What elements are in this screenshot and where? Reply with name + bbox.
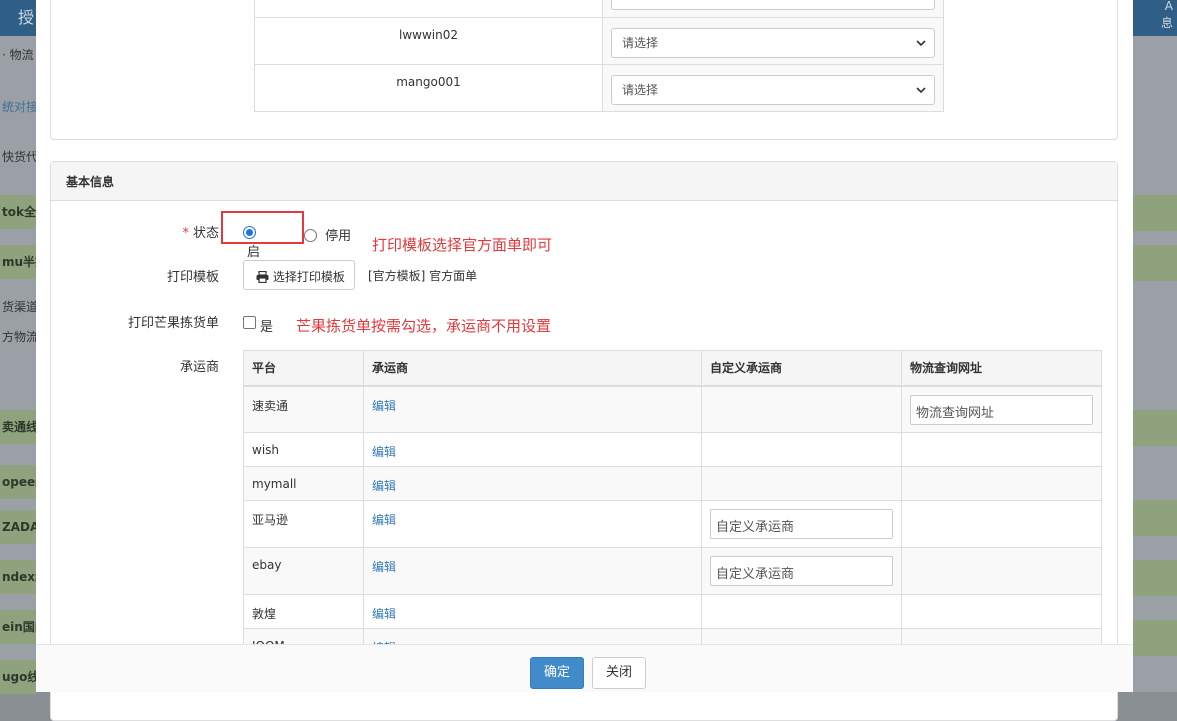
select-template-button[interactable]: 选择打印模板 [243,260,355,290]
column-header: 自定义承运商 [701,350,902,387]
background-sidebar-item: ein国内 [0,610,36,644]
background-sidebar-item: opee线 [0,465,36,499]
background-sidebar-item: mu半托 [0,245,36,279]
chevron-down-icon [916,87,926,94]
annotation-note: 芒果拣货单按需勾选，承运商不用设置 [296,317,552,335]
carrier-settings-modal: lwwwin02 请选择 mango001 请选择 基本信息 * 状态 启 停用… [36,0,1133,721]
table-row: mymall 编辑 [243,466,1102,501]
selected-template: [官方模板] 官方面单 [368,269,478,283]
account-name: mango001 [254,64,603,112]
edit-link[interactable]: 编辑 [372,467,693,494]
table-row: ebay 编辑 自定义承运商 [243,547,1102,595]
custom-carrier-input[interactable]: 自定义承运商 [710,509,893,539]
background-sidebar-item: 快货代 [2,150,36,164]
printer-icon [256,270,269,284]
edit-link[interactable]: 编辑 [372,548,693,575]
account-table: lwwwin02 请选择 mango001 请选择 [254,0,944,112]
button-label: 选择打印模板 [272,270,345,284]
edit-link[interactable]: 编辑 [372,595,693,622]
background-sidebar-item: ndex线 [0,560,36,594]
background-title: 授 [18,8,35,27]
table-row: wish 编辑 [243,432,1102,467]
custom-carrier-input[interactable]: 自定义承运商 [710,556,893,586]
modal-footer: 确定 关闭 [36,644,1133,692]
account-select[interactable]: 请选择 [611,75,935,105]
status-label: * 状态 [182,226,219,241]
background-sidebar-item: ZADA [0,510,36,544]
edit-link[interactable]: 编辑 [372,387,693,414]
highlight-box [221,211,304,244]
radio-label: 停用 [325,229,352,244]
background-right-row [1133,620,1177,656]
select-placeholder: 请选择 [622,36,659,50]
close-button[interactable]: 关闭 [592,657,646,689]
template-label: 打印模板 [166,270,219,285]
table-row: 速卖通 编辑 物流查询网址 [243,385,1102,433]
required-mark: * [182,226,189,241]
chevron-down-icon [916,40,926,47]
table-row: lwwwin02 请选择 [254,17,944,65]
column-header: 物流查询网址 [901,350,1102,387]
background-sidebar-item: 卖通线上 [0,410,36,444]
background-right-text-top: A [1164,0,1173,13]
background-sidebar-item: 货渠道 [2,300,36,314]
platform-name: 敦煌 [252,607,277,621]
account-select[interactable] [611,0,935,10]
background-right-row [1133,245,1177,281]
account-select[interactable]: 请选择 [611,28,935,58]
picking-label: 打印芒果拣货单 [127,316,219,331]
background-right-row [1133,195,1177,231]
checkbox-label: 是 [260,320,274,335]
column-header: 承运商 [363,350,702,387]
radio-unchecked-icon[interactable] [304,229,317,242]
status-disabled-option[interactable]: 停用 [304,225,351,244]
edit-link[interactable]: 编辑 [372,501,693,528]
account-panel: lwwwin02 请选择 mango001 请选择 [50,0,1118,140]
column-header: 平台 [243,350,364,387]
platform-name: ebay [252,558,282,572]
platform-name: mymall [252,477,297,491]
platform-name: 速卖通 [252,398,289,413]
background-sidebar-item: 方物流 [2,330,36,344]
background-right-row [1133,410,1177,446]
table-row [254,0,944,18]
picking-checkbox[interactable] [243,316,256,329]
account-name [254,0,603,18]
table-row: 敦煌 编辑 [243,594,1102,629]
carrier-label: 承运商 [179,360,219,375]
background-right-text-bottom: 息 [1160,16,1173,30]
table-row: mango001 请选择 [254,64,944,112]
confirm-button[interactable]: 确定 [530,657,584,689]
panel-heading: 基本信息 [51,162,1117,201]
table-header-row: 平台 承运商 自定义承运商 物流查询网址 [243,350,1102,387]
annotation-note: 打印模板选择官方面单即可 [372,236,553,254]
edit-link[interactable]: 编辑 [372,433,693,460]
table-row: 亚马逊 编辑 自定义承运商 [243,500,1102,548]
select-placeholder: 请选择 [622,83,659,97]
platform-name: wish [252,443,280,457]
background-right-row [1133,500,1177,536]
background-sidebar-item: ugo线 [0,660,36,694]
tracking-url-input[interactable]: 物流查询网址 [910,394,1093,425]
background-sidebar-item: 统对接 [2,100,36,114]
platform-name: 亚马逊 [252,513,289,527]
background-breadcrumb: · 物流 [2,48,34,62]
carrier-table: 平台 承运商 自定义承运商 物流查询网址 速卖通 编辑 物流查询网址 wish 编辑 my… [243,350,1102,663]
radio-checked-icon[interactable] [243,226,256,239]
account-name: lwwwin02 [254,17,603,65]
background-right-row [1133,560,1177,596]
background-sidebar: · 物流 统对接快货代 tok全托 mu半托货渠道方物流卖通线上 opee线 ZADA n… [0,36,36,694]
background-sidebar-item: tok全托 [0,195,36,229]
